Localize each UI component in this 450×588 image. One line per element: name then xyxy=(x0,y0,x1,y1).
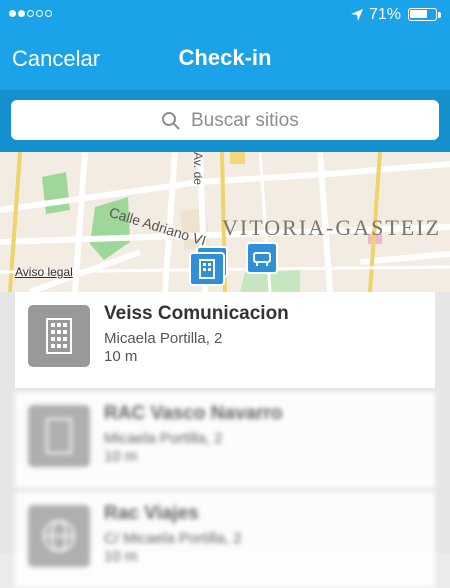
battery-cap xyxy=(438,12,441,18)
building-icon xyxy=(28,305,90,367)
place-name: Rac Viajes xyxy=(104,503,199,524)
battery-percent: 71% xyxy=(369,6,402,23)
status-bar: 71% xyxy=(0,0,450,30)
bus-stop-pin-icon[interactable] xyxy=(246,242,278,274)
location-arrow-icon xyxy=(351,9,363,21)
place-address: C/ Micaela Portilla, 2 xyxy=(104,530,242,547)
places-list: Veiss Comunicacion Micaela Portilla, 2 1… xyxy=(0,292,450,588)
building-pin-icon[interactable] xyxy=(189,252,225,286)
search-icon xyxy=(162,112,180,130)
map-view[interactable]: Calle Adriano VI Av. de VITORIA-GASTEIZ … xyxy=(0,152,450,292)
building-icon xyxy=(28,405,90,467)
place-name: Veiss Comunicacion xyxy=(104,303,289,324)
search-bar: Buscar sitios xyxy=(0,90,450,152)
search-input[interactable]: Buscar sitios xyxy=(11,100,439,140)
globe-icon xyxy=(28,505,90,567)
place-distance: 10 m xyxy=(104,548,138,565)
app-header: 71% Cancelar Check-in xyxy=(0,0,450,90)
battery-icon xyxy=(408,8,437,21)
place-address: Micaela Portilla, 2 xyxy=(104,430,223,447)
place-distance: 10 m xyxy=(104,448,138,465)
search-placeholder: Buscar sitios xyxy=(191,110,299,131)
city-label: VITORIA-GASTEIZ xyxy=(222,215,442,240)
list-item[interactable]: Veiss Comunicacion Micaela Portilla, 2 1… xyxy=(15,292,435,388)
list-item[interactable]: Rac Viajes C/ Micaela Portilla, 2 10 m xyxy=(15,492,435,588)
list-item[interactable]: RAC Vasco Navarro Micaela Portilla, 2 10… xyxy=(15,392,435,488)
street-label-avenida: Av. de xyxy=(191,152,205,185)
place-address: Micaela Portilla, 2 xyxy=(104,330,223,347)
place-name: RAC Vasco Navarro xyxy=(104,403,283,424)
place-distance: 10 m xyxy=(104,348,138,365)
page-title: Check-in xyxy=(178,45,272,70)
signal-strength-icon xyxy=(9,10,52,17)
legal-link[interactable]: Aviso legal xyxy=(15,265,73,279)
